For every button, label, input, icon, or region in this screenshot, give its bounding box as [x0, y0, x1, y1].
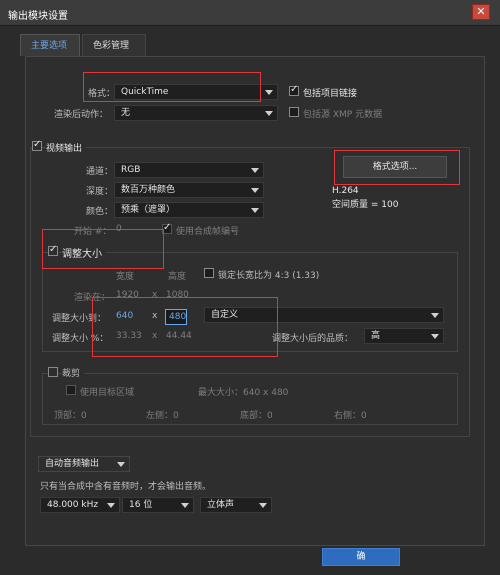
highlight-resize-values	[92, 297, 278, 357]
use-roi-label: 使用目标区域	[80, 388, 135, 398]
audio-bits-value: 16 位	[129, 500, 153, 510]
crop-label: 裁剪	[62, 366, 85, 379]
audio-note: 只有当合成中含有音频时，才会输出音频。	[40, 482, 212, 492]
audio-mode-value: 自动音频输出	[45, 459, 100, 469]
chevron-down-icon	[251, 208, 259, 213]
depth-label: 深度：	[86, 187, 114, 197]
lock-aspect-checkbox[interactable]	[204, 268, 214, 278]
crop-checkbox[interactable]	[48, 367, 58, 377]
post-render-label: 渲染后动作：	[54, 110, 109, 120]
lock-aspect-label: 锁定长宽比为 4:3 (1.33)	[218, 271, 320, 281]
chevron-down-icon	[181, 503, 189, 508]
video-output-label: 视频输出	[46, 141, 87, 154]
spatial-quality-label: 空间质量 = 100	[332, 200, 399, 210]
video-output-checkbox[interactable]	[32, 139, 42, 151]
use-comp-frame-label: 使用合成帧编号	[176, 227, 240, 237]
chevron-down-icon	[265, 90, 273, 95]
include-project-link-label: 包括项目链接	[303, 89, 358, 99]
resize-quality-value: 高	[371, 331, 381, 341]
crop-left[interactable]: 左侧：0	[146, 408, 179, 421]
audio-channels-value: 立体声	[207, 500, 235, 510]
chevron-down-icon	[251, 168, 259, 173]
audio-rate-dropdown[interactable]: 48.000 kHz	[40, 497, 120, 513]
color-value: 预乘（遮罩）	[121, 205, 176, 215]
use-roi-checkbox[interactable]	[66, 385, 76, 395]
chevron-down-icon	[259, 503, 267, 508]
crop-top[interactable]: 顶部：0	[54, 408, 87, 421]
ok-button[interactable]: 确	[322, 548, 400, 566]
resize-quality-dropdown[interactable]: 高	[364, 328, 444, 344]
chevron-down-icon	[265, 111, 273, 116]
post-render-dropdown[interactable]: 无	[114, 105, 278, 121]
crop-bottom[interactable]: 底部：0	[240, 408, 273, 421]
chevron-down-icon	[431, 313, 439, 318]
title-bar: 输出模块设置 ✕	[0, 0, 500, 26]
tab-color-management[interactable]: 色彩管理	[82, 34, 146, 56]
crop-right[interactable]: 右侧：0	[334, 408, 367, 421]
window-title: 输出模块设置	[8, 11, 68, 22]
audio-rate-value: 48.000 kHz	[47, 500, 99, 510]
crop-max-size: 最大大小：640 x 480	[198, 388, 289, 398]
include-xmp-label: 包括源 XMP 元数据	[303, 110, 383, 120]
depth-value: 数百万种颜色	[121, 185, 176, 195]
resize-quality-label: 调整大小后的品质：	[272, 334, 354, 344]
channel-dropdown[interactable]: RGB	[114, 162, 264, 178]
audio-bits-dropdown[interactable]: 16 位	[122, 497, 194, 513]
highlight-format-options	[334, 150, 460, 185]
height-header: 高度	[168, 272, 187, 282]
color-dropdown[interactable]: 预乘（遮罩）	[114, 202, 264, 218]
width-header: 宽度	[116, 272, 135, 282]
highlight-format	[83, 72, 261, 102]
post-render-value: 无	[121, 108, 131, 118]
chevron-down-icon	[117, 462, 125, 467]
channel-value: RGB	[121, 165, 141, 175]
codec-label: H.264	[332, 186, 359, 196]
include-project-link-checkbox[interactable]	[289, 84, 299, 96]
audio-mode-dropdown[interactable]: 自动音频输出	[38, 456, 130, 472]
color-label: 颜色：	[86, 207, 114, 217]
audio-channels-dropdown[interactable]: 立体声	[200, 497, 272, 513]
chevron-down-icon	[251, 188, 259, 193]
chevron-down-icon	[107, 503, 115, 508]
tab-main-options[interactable]: 主要选项	[20, 34, 80, 56]
include-xmp-checkbox[interactable]	[289, 107, 299, 117]
depth-dropdown[interactable]: 数百万种颜色	[114, 182, 264, 198]
channel-label: 通道：	[86, 167, 114, 177]
close-icon[interactable]: ✕	[472, 4, 490, 20]
chevron-down-icon	[431, 334, 439, 339]
highlight-resize	[42, 229, 164, 269]
